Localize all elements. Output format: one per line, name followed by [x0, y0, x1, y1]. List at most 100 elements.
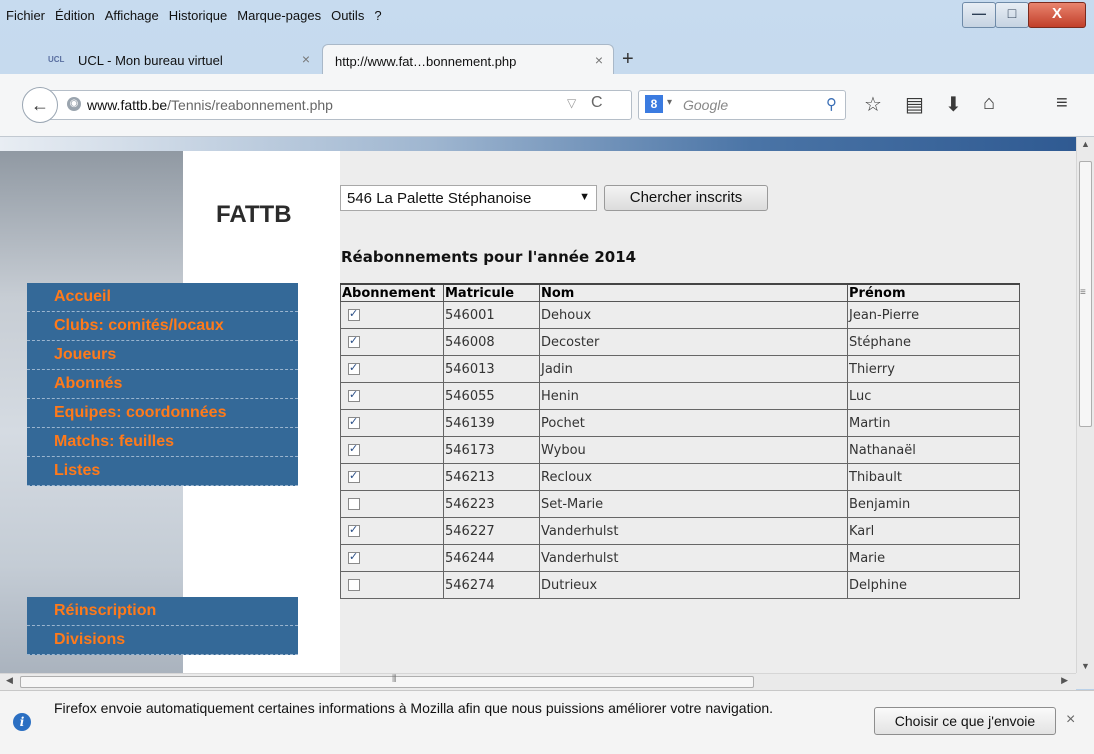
reading-list-icon[interactable]: ▤ — [905, 92, 924, 117]
abonnement-cell — [340, 328, 444, 356]
back-button[interactable]: ← — [22, 87, 58, 123]
scroll-left-icon[interactable]: ◀ — [6, 675, 13, 686]
nav-joueurs[interactable]: Joueurs — [27, 341, 298, 370]
abonnement-checkbox[interactable] — [348, 442, 360, 456]
tab-ucl[interactable]: UCL UCL - Mon bureau virtuel × — [28, 44, 320, 74]
abonnement-cell — [340, 517, 444, 545]
search-members-button[interactable]: Chercher inscrits — [604, 185, 768, 211]
close-window-button[interactable]: X — [1028, 2, 1086, 28]
abonnement-checkbox[interactable] — [348, 334, 360, 348]
menu-aide[interactable]: ? — [374, 8, 381, 23]
download-icon[interactable]: ⬇ — [945, 92, 962, 117]
prenom-cell: Delphine — [847, 571, 1020, 599]
table-row: 546274 Dutrieux Delphine — [340, 571, 1020, 599]
url-bar[interactable]: ◉ www.fattb.be/Tennis/reabonnement.php ▽… — [46, 90, 632, 120]
abonnement-checkbox[interactable] — [348, 388, 360, 402]
menu-affichage[interactable]: Affichage — [105, 8, 159, 23]
abonnement-checkbox[interactable] — [348, 307, 360, 321]
club-select-value: 546 La Palette Stéphanoise — [347, 190, 532, 207]
tab-close-icon[interactable]: × — [302, 51, 310, 67]
matricule-cell: 546013 — [443, 355, 540, 383]
google-plus-icon[interactable]: 8 — [645, 95, 663, 113]
abonnement-cell — [340, 382, 444, 410]
minimize-button[interactable]: — — [962, 2, 996, 28]
scroll-right-icon[interactable]: ▶ — [1061, 675, 1068, 686]
prenom-cell: Luc — [847, 382, 1020, 410]
notification-bar: i Firefox envoie automatiquement certain… — [0, 690, 1094, 754]
page-heading: Réabonnements pour l'année 2014 — [341, 248, 637, 266]
maximize-button[interactable]: □ — [995, 2, 1029, 28]
abonnement-checkbox[interactable] — [348, 550, 360, 564]
nav-equipes[interactable]: Equipes: coordonnées — [27, 399, 298, 428]
url-text[interactable]: www.fattb.be/Tennis/reabonnement.php — [87, 97, 333, 113]
col-matricule: Matricule — [443, 283, 540, 302]
vertical-scrollbar[interactable]: ▲ ≡ ▼ — [1076, 137, 1094, 673]
hamburger-menu-icon[interactable]: ≡ — [1056, 92, 1068, 115]
nav-accueil[interactable]: Accueil — [27, 283, 298, 312]
abonnement-checkbox[interactable] — [348, 415, 360, 429]
abonnement-checkbox[interactable] — [348, 469, 360, 483]
site-logo[interactable]: FATTB — [216, 201, 292, 229]
nav-divisions[interactable]: Divisions — [27, 626, 298, 655]
prenom-cell: Stéphane — [847, 328, 1020, 356]
menu-fichier[interactable]: Fichier — [6, 8, 45, 23]
nom-cell: Recloux — [539, 463, 848, 491]
prenom-cell: Thierry — [847, 355, 1020, 383]
url-dropdown-icon[interactable]: ▽ — [567, 96, 576, 110]
tab-fattb[interactable]: http://www.fat…bonnement.php × — [322, 44, 614, 75]
table-row: 546244VanderhulstMarie — [340, 544, 1020, 572]
menu-marque-pages[interactable]: Marque-pages — [237, 8, 321, 23]
abonnement-checkbox[interactable] — [348, 361, 360, 375]
header-strip — [0, 137, 1076, 151]
club-select[interactable]: 546 La Palette Stéphanoise ▼ — [340, 185, 597, 211]
menu-edition[interactable]: Édition — [55, 8, 95, 23]
matricule-cell: 546213 — [443, 463, 540, 491]
tab-label: UCL - Mon bureau virtuel — [78, 53, 223, 68]
menu-historique[interactable]: Historique — [169, 8, 228, 23]
menu-outils[interactable]: Outils — [331, 8, 364, 23]
nav-clubs[interactable]: Clubs: comités/locaux — [27, 312, 298, 341]
search-bar[interactable]: 8 ▾ Google ⚲ — [638, 90, 846, 120]
nav-listes[interactable]: Listes — [27, 457, 298, 486]
prenom-cell: Karl — [847, 517, 1020, 545]
search-engine-dropdown-icon[interactable]: ▾ — [667, 97, 672, 108]
horizontal-scrollbar[interactable]: ◀ ⦀ ▶ — [0, 673, 1076, 690]
scroll-up-icon[interactable]: ▲ — [1081, 139, 1090, 149]
table-row: 546223 Set-Marie Benjamin — [340, 490, 1020, 518]
nav-abonnes[interactable]: Abonnés — [27, 370, 298, 399]
choose-data-button[interactable]: Choisir ce que j'envoie — [874, 707, 1056, 735]
abonnement-cell — [340, 301, 444, 329]
nav-reinscription[interactable]: Réinscription — [27, 597, 298, 626]
reload-icon[interactable]: C — [591, 94, 603, 112]
abonnement-checkbox[interactable] — [348, 579, 360, 591]
globe-icon: ◉ — [67, 97, 81, 111]
browser-window: Fichier Édition Affichage Historique Mar… — [0, 0, 1094, 754]
home-icon[interactable]: ⌂ — [983, 92, 995, 115]
scroll-thumb[interactable] — [20, 676, 754, 688]
col-nom: Nom — [539, 283, 848, 302]
abonnement-checkbox[interactable] — [348, 498, 360, 510]
nom-cell: Henin — [539, 382, 848, 410]
col-prenom: Prénom — [847, 283, 1020, 302]
chevron-down-icon: ▼ — [579, 191, 590, 203]
navigation-bar: ◉ www.fattb.be/Tennis/reabonnement.php ▽… — [0, 74, 1094, 137]
abonnement-checkbox[interactable] — [348, 523, 360, 537]
prenom-cell: Thibault — [847, 463, 1020, 491]
nav-matchs[interactable]: Matchs: feuilles — [27, 428, 298, 457]
prenom-cell: Martin — [847, 409, 1020, 437]
bookmark-star-icon[interactable]: ☆ — [864, 92, 882, 117]
scroll-grip-icon: ⦀ — [392, 674, 397, 685]
matricule-cell: 546227 — [443, 517, 540, 545]
close-notification-icon[interactable]: × — [1066, 711, 1075, 729]
tab-close-icon[interactable]: × — [595, 52, 603, 68]
subscriptions-table: Abonnement Matricule Nom Prénom 546001De… — [340, 283, 1020, 599]
prenom-cell: Marie — [847, 544, 1020, 572]
matricule-cell: 546139 — [443, 409, 540, 437]
abonnement-cell — [340, 544, 444, 572]
prenom-cell: Nathanaël — [847, 436, 1020, 464]
scroll-down-icon[interactable]: ▼ — [1081, 661, 1090, 671]
search-icon[interactable]: ⚲ — [826, 95, 837, 113]
table-row: 546139PochetMartin — [340, 409, 1020, 437]
table-row: 546008DecosterStéphane — [340, 328, 1020, 356]
new-tab-button[interactable]: + — [622, 48, 634, 71]
